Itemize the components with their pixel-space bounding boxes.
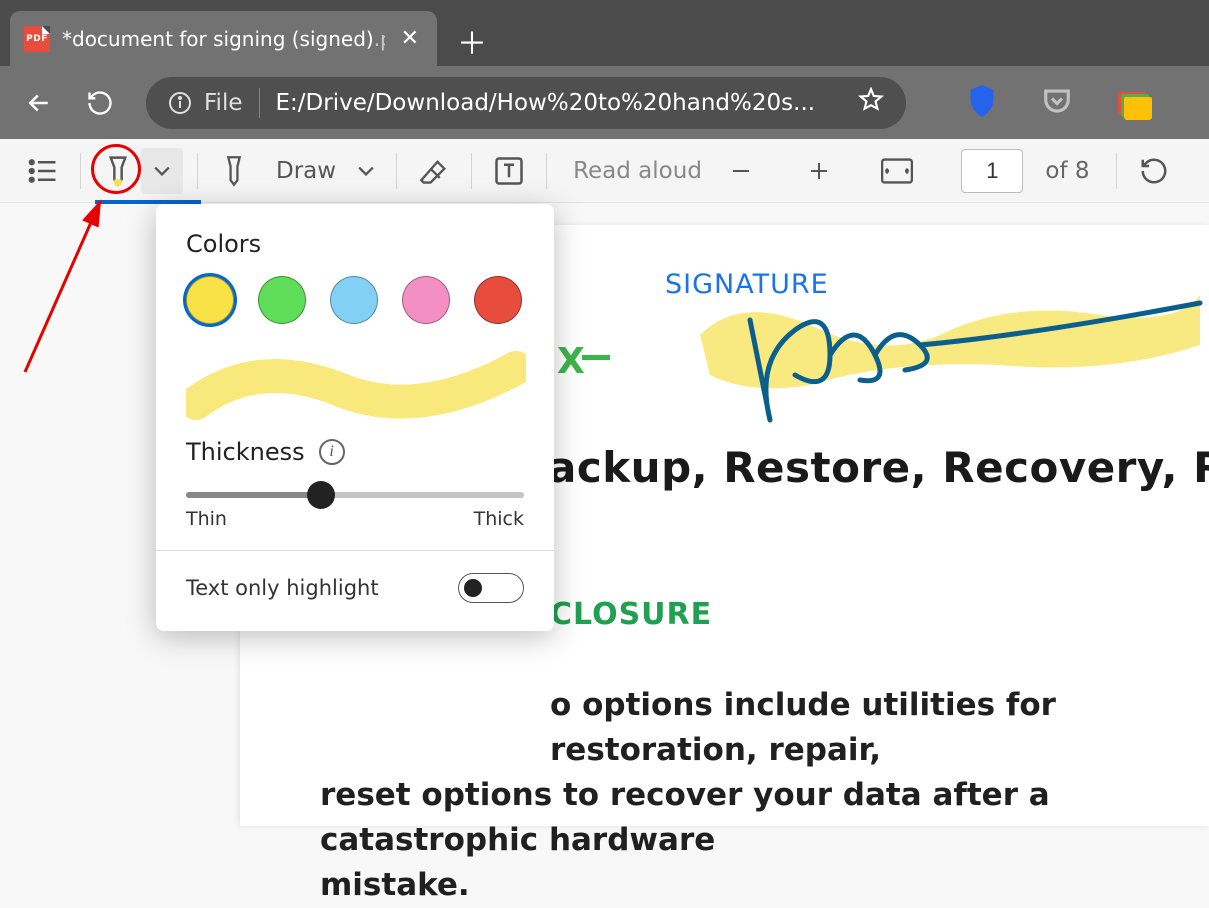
slider-min-label: Thin — [186, 508, 227, 530]
erase-button[interactable] — [411, 151, 457, 191]
page-number-input[interactable] — [961, 149, 1023, 193]
draw-pen-icon[interactable] — [212, 149, 256, 193]
highlighter-tool-group — [95, 148, 183, 194]
annotation-arrow — [20, 192, 130, 382]
new-tab-button[interactable]: ＋ — [447, 16, 497, 66]
address-bar-row: File E:/Drive/Download/How%20to%20hand%2… — [0, 66, 1209, 139]
color-swatch-blue[interactable] — [330, 276, 378, 324]
draw-options-chevron[interactable] — [350, 160, 382, 182]
url-text: E:/Drive/Download/How%20to%20hand%20s... — [276, 90, 843, 116]
signature-drawing — [680, 265, 1209, 449]
color-swatch-yellow[interactable] — [186, 276, 234, 324]
browser-tab[interactable]: PDF *document for signing (signed).p ✕ — [10, 11, 437, 66]
pocket-icon[interactable] — [1042, 87, 1072, 119]
color-swatches — [186, 276, 524, 324]
sidebar-extension-icon[interactable] — [1118, 92, 1146, 114]
document-body: o options include utilities for restorat… — [550, 683, 1209, 908]
thickness-heading: Thickness — [186, 438, 305, 466]
read-aloud-button[interactable]: Read aloud — [573, 158, 702, 184]
closure-label: CLOSURE — [550, 597, 712, 632]
draw-label: Draw — [276, 158, 336, 184]
browser-chrome: PDF *document for signing (signed).p ✕ ＋… — [0, 0, 1209, 139]
password-manager-icon[interactable] — [968, 85, 996, 121]
pdf-toolbar: Draw Read aloud of 8 — [0, 139, 1209, 203]
tab-strip: PDF *document for signing (signed).p ✕ ＋ — [0, 0, 1209, 66]
close-tab-button[interactable]: ✕ — [397, 26, 423, 51]
stroke-preview — [186, 348, 524, 430]
color-swatch-pink[interactable] — [402, 276, 450, 324]
text-only-toggle-label: Text only highlight — [186, 576, 379, 600]
slider-max-label: Thick — [474, 508, 524, 530]
highlighter-options-chevron[interactable] — [141, 148, 183, 194]
text-only-toggle[interactable] — [458, 573, 524, 603]
page-count-label: of 8 — [1045, 158, 1089, 184]
document-heading: ackup, Restore, Recovery, Repair, R — [548, 443, 1209, 492]
highlighter-options-popover: Colors Thickness i Thin Thick T — [156, 204, 554, 631]
highlighter-button[interactable] — [95, 148, 141, 194]
url-scheme-label: File — [204, 90, 243, 116]
rotate-button[interactable] — [1131, 150, 1177, 192]
active-tool-underline — [95, 200, 201, 204]
thickness-slider[interactable]: Thin Thick — [186, 492, 524, 530]
back-button[interactable] — [24, 88, 54, 118]
colors-heading: Colors — [186, 230, 524, 258]
info-icon — [168, 91, 192, 115]
zoom-out-button[interactable] — [721, 153, 761, 189]
table-of-contents-button[interactable] — [20, 152, 66, 190]
pdf-file-icon: PDF — [24, 26, 50, 52]
slider-thumb[interactable] — [307, 481, 335, 509]
x-mark: X — [557, 341, 585, 382]
color-swatch-red[interactable] — [474, 276, 522, 324]
bookmark-star-icon[interactable] — [858, 87, 884, 119]
tab-title: *document for signing (signed).p — [62, 27, 385, 51]
thickness-info-icon[interactable]: i — [319, 439, 345, 465]
address-bar[interactable]: File E:/Drive/Download/How%20to%20hand%2… — [146, 77, 906, 129]
fit-width-button[interactable] — [873, 152, 921, 190]
color-swatch-green[interactable] — [258, 276, 306, 324]
refresh-button[interactable] — [86, 89, 114, 117]
zoom-in-button[interactable] — [799, 153, 839, 189]
add-text-button[interactable] — [486, 150, 532, 192]
